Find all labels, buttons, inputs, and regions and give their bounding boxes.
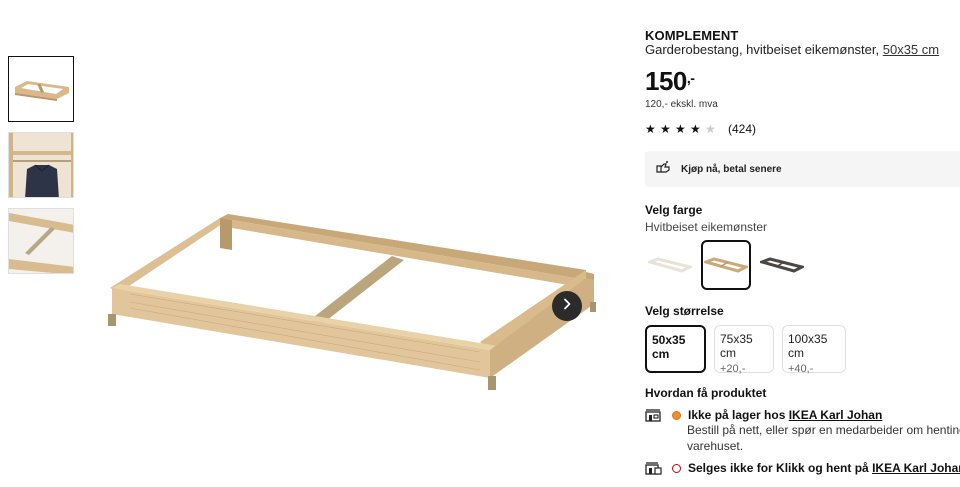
color-option-white[interactable] xyxy=(645,240,695,290)
product-main-image xyxy=(100,190,600,410)
klarna-hand-icon xyxy=(655,160,671,179)
store-availability: Ikke på lager hos IKEA Karl Johan xyxy=(645,408,882,422)
click-collect-availability: Selges ikke for Klikk og hent på IKEA Ka… xyxy=(645,461,960,475)
thumbnail-rail-detail[interactable] xyxy=(8,208,74,274)
click-collect-store-link[interactable]: IKEA Karl Johan xyxy=(872,461,960,475)
star-icon: ★ xyxy=(645,122,656,136)
product-description: Garderobestang, hvitbeiset eikemønster, … xyxy=(645,42,940,57)
color-option-dark-grey[interactable] xyxy=(757,240,807,290)
click-collect-status-dot xyxy=(672,464,681,473)
selected-color: Hvitbeiset eikemønster xyxy=(645,220,768,234)
klarna-label: Kjøp nå, betal senere xyxy=(681,163,782,175)
star-icon: ★ xyxy=(675,122,686,136)
color-title: Velg farge xyxy=(645,203,703,217)
size-option-100x35[interactable]: 100x35 cm +40,- xyxy=(782,325,846,375)
click-collect-icon xyxy=(645,461,663,475)
thumbnail-frame[interactable] xyxy=(8,56,74,122)
availability-title: Hvordan få produktet xyxy=(645,386,767,400)
price-ex-vat: 120,- ekskl. mva xyxy=(645,99,718,110)
klarna-banner[interactable]: Kjøp nå, betal senere xyxy=(645,151,960,187)
store-link[interactable]: IKEA Karl Johan xyxy=(789,408,883,422)
star-icon: ★ xyxy=(690,122,701,136)
product-brand: KOMPLEMENT xyxy=(645,28,739,43)
store-note: Bestill på nett, eller spør en medarbeid… xyxy=(687,423,960,453)
size-link[interactable]: 50x35 cm xyxy=(883,42,939,57)
product-price: 150,- xyxy=(645,66,695,96)
thumbnail-wardrobe[interactable] xyxy=(8,132,74,198)
rating-count: (424) xyxy=(728,122,757,136)
star-icon: ★ xyxy=(660,122,671,136)
store-icon xyxy=(645,408,663,422)
stock-status-dot xyxy=(672,411,681,420)
chevron-right-icon xyxy=(561,297,573,315)
size-title: Velg størrelse xyxy=(645,304,724,318)
thumbnail-list xyxy=(8,56,74,284)
size-option-75x35[interactable]: 75x35 cm +20,- xyxy=(714,325,774,375)
next-image-button[interactable] xyxy=(552,291,582,321)
size-option-50x35[interactable]: 50x35 cm xyxy=(645,325,706,373)
color-option-white-stained-oak[interactable] xyxy=(701,240,751,290)
rating[interactable]: ★ ★ ★ ★ ★ (424) xyxy=(645,122,756,136)
star-empty-icon: ★ xyxy=(705,122,716,136)
